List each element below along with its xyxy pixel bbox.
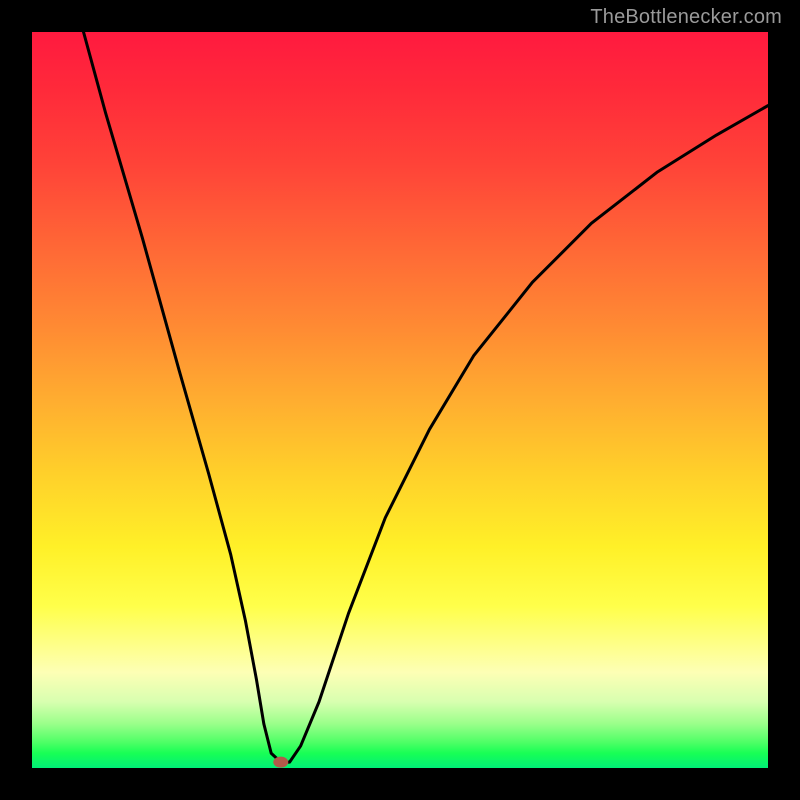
curve-layer bbox=[32, 32, 768, 768]
minimum-marker bbox=[273, 757, 288, 768]
chart-frame: TheBottlenecker.com bbox=[0, 0, 800, 800]
watermark-text: TheBottlenecker.com bbox=[590, 6, 782, 29]
plot-area bbox=[32, 32, 768, 768]
bottleneck-curve bbox=[84, 32, 768, 762]
